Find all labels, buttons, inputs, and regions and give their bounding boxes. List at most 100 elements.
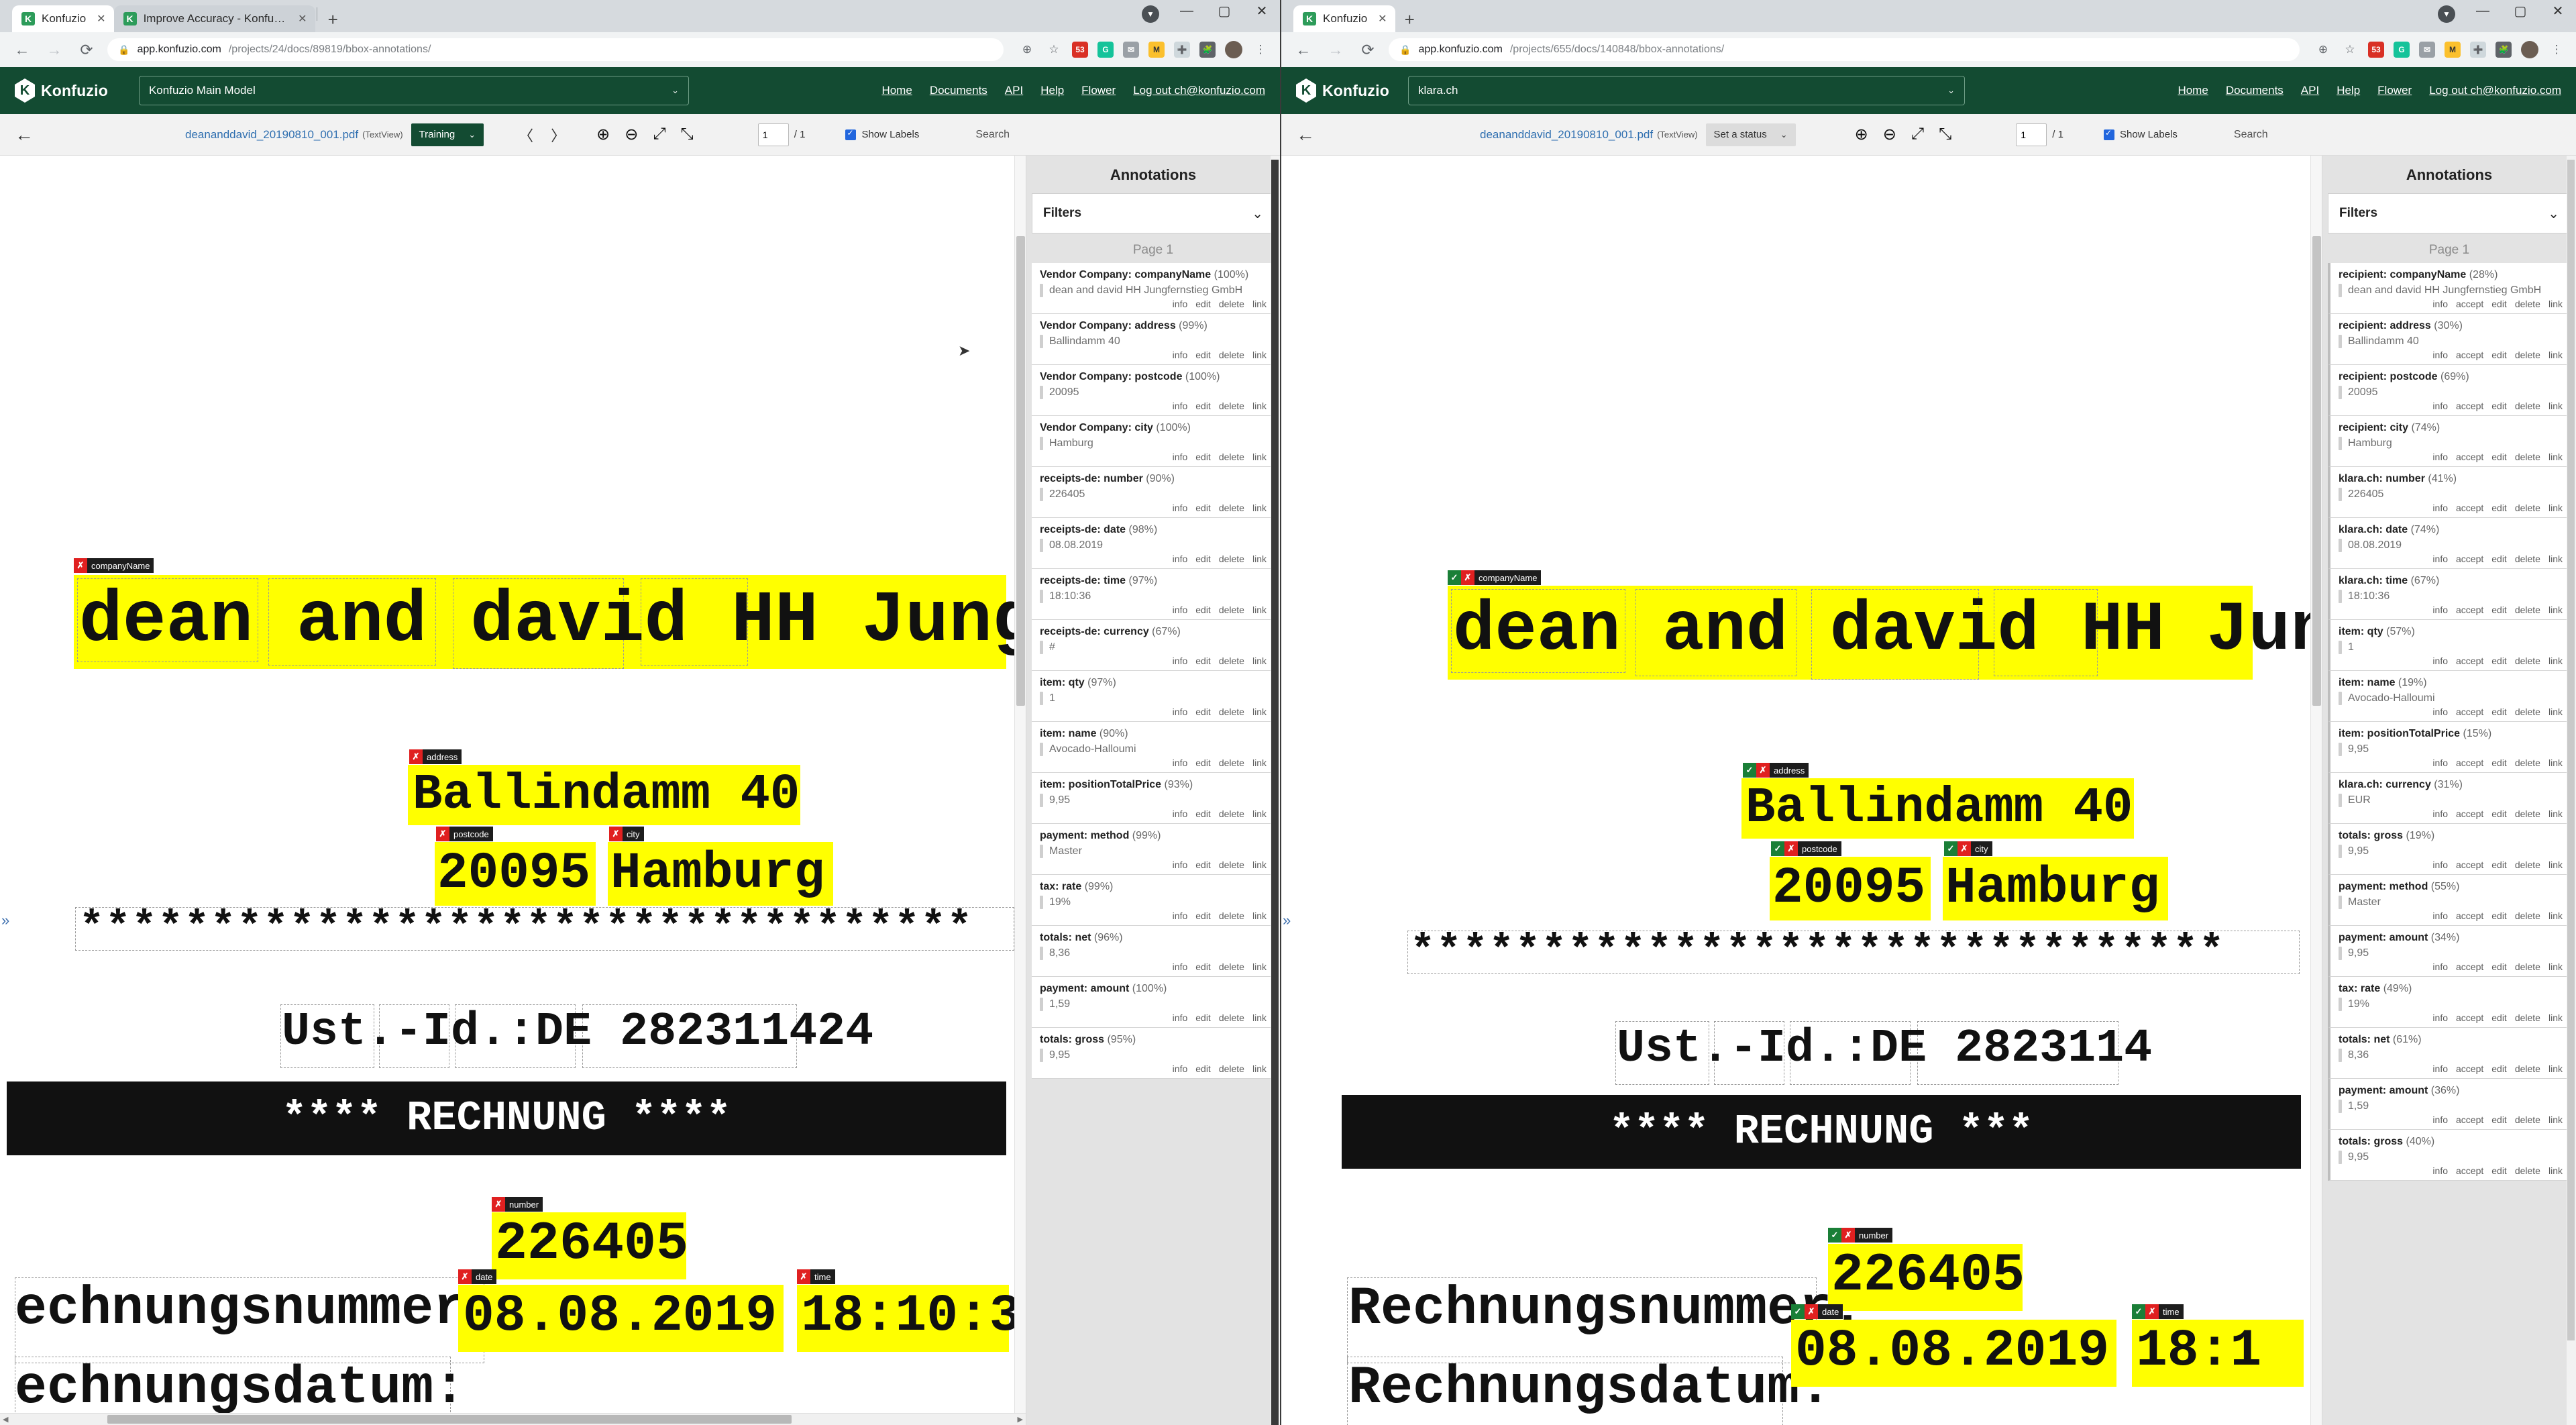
scrollbar-thumb[interactable] (1271, 160, 1279, 1425)
nav-flower[interactable]: Flower (1081, 84, 1116, 97)
annotation-action-delete[interactable]: delete (1219, 655, 1244, 666)
browser-tab-konfuzio[interactable]: K Konfuzio ✕ (12, 5, 114, 32)
nav-documents[interactable]: Documents (2226, 84, 2284, 97)
annotation-action-delete[interactable]: delete (1219, 706, 1244, 717)
annotation-action-accept[interactable]: accept (2456, 452, 2483, 462)
annotation-action-edit[interactable]: edit (2491, 655, 2507, 666)
checkbox-icon[interactable] (2103, 128, 2114, 140)
annotation-action-info[interactable]: info (1173, 961, 1188, 972)
annotation-action-link[interactable]: link (1252, 655, 1267, 666)
annotation-action-accept[interactable]: accept (2456, 757, 2483, 768)
annotation-row[interactable]: item: qty (97%) 1 info edit delete link (1032, 671, 1275, 722)
annotation-action-edit[interactable]: edit (2491, 859, 2507, 870)
annotation-action-info[interactable]: info (1173, 1063, 1188, 1074)
annotation-action-link[interactable]: link (2548, 553, 2563, 564)
annotation-row[interactable]: payment: amount (36%) 1,59 info accept edit d… (2328, 1079, 2571, 1130)
browser-menu-icon[interactable]: ⋮ (2548, 41, 2565, 58)
annotation-action-info[interactable]: info (2432, 757, 2448, 768)
label-tag-city[interactable]: ✓ ✗ city (1944, 841, 1992, 856)
nav-api[interactable]: API (2301, 84, 2319, 97)
annotation-action-accept[interactable]: accept (2456, 1012, 2483, 1023)
scrollbar-thumb[interactable] (107, 1415, 792, 1424)
annotation-action-edit[interactable]: edit (1195, 401, 1211, 411)
annotation-action-accept[interactable]: accept (2456, 604, 2483, 615)
annotation-row[interactable]: totals: gross (19%) 9,95 info accept edit del… (2328, 824, 2571, 875)
annotation-action-edit[interactable]: edit (1195, 757, 1211, 768)
annotation-action-accept[interactable]: accept (2456, 655, 2483, 666)
annotation-action-edit[interactable]: edit (2491, 910, 2507, 921)
back-icon[interactable]: ← (11, 41, 34, 59)
previous-document-icon[interactable]: 〈 (519, 124, 533, 146)
annotation-action-link[interactable]: link (1252, 910, 1267, 921)
annotation-action-edit[interactable]: edit (1195, 706, 1211, 717)
back-icon[interactable]: ← (1292, 41, 1315, 59)
maximize-icon[interactable]: ▢ (1216, 3, 1233, 19)
annotation-list-right[interactable]: recipient: companyName (28%) dean and dav… (2322, 263, 2576, 1425)
filters-dropdown[interactable]: Filters ⌄ (2328, 193, 2571, 233)
zoom-icon[interactable]: ⊕ (2314, 41, 2332, 58)
annotation-row[interactable]: payment: method (99%) Master info edit delet… (1032, 824, 1275, 875)
document-canvas-right[interactable]: » ✓ ✗ companyName dean and david HH Jung… (1281, 156, 2322, 1425)
annotation-action-link[interactable]: link (2548, 299, 2563, 309)
reload-icon[interactable]: ⟳ (75, 41, 98, 59)
annotation-action-edit[interactable]: edit (2491, 1165, 2507, 1176)
label-tag-number[interactable]: ✓ ✗ number (1828, 1228, 1893, 1243)
document-name-link[interactable]: deananddavid_20190810_001.pdf (185, 128, 358, 142)
add-extension-icon[interactable]: ➕ (1174, 42, 1190, 58)
annotation-row[interactable]: receipts-de: currency (67%) # info edit dele… (1032, 620, 1275, 671)
annotation-action-info[interactable]: info (1173, 299, 1188, 309)
show-labels-toggle[interactable]: Show Labels (845, 128, 919, 140)
browser-tab-konfuzio[interactable]: K Konfuzio ✕ (1293, 5, 1395, 32)
annotation-action-link[interactable]: link (2548, 1012, 2563, 1023)
annotation-action-info[interactable]: info (1173, 706, 1188, 717)
annotation-action-link[interactable]: link (2548, 706, 2563, 717)
reject-icon[interactable]: ✗ (1756, 763, 1770, 778)
annotation-action-delete[interactable]: delete (2515, 655, 2540, 666)
annotation-action-edit[interactable]: edit (2491, 1012, 2507, 1023)
annotation-action-info[interactable]: info (1173, 503, 1188, 513)
annotation-action-info[interactable]: info (2432, 350, 2448, 360)
nav-api[interactable]: API (1005, 84, 1023, 97)
annotation-row[interactable]: klara.ch: date (74%) 08.08.2019 info accept… (2328, 518, 2571, 569)
document-canvas-left[interactable]: » ➤ ✗ companyName dean and david HH Jung… (0, 156, 1026, 1425)
puzzle-extension-icon[interactable]: 🧩 (1199, 42, 1216, 58)
document-horizontal-scrollbar[interactable]: ◀ ▶ (0, 1413, 1026, 1425)
annotation-row[interactable]: klara.ch: number (41%) 226405 info accept ed… (2328, 467, 2571, 518)
annotation-action-info[interactable]: info (2432, 1165, 2448, 1176)
puzzle-extension-icon[interactable]: 🧩 (2496, 42, 2512, 58)
new-tab-button[interactable]: + (319, 11, 347, 32)
annotation-action-link[interactable]: link (1252, 808, 1267, 819)
annotation-action-link[interactable]: link (1252, 961, 1267, 972)
annotation-row[interactable]: Vendor Company: city (100%) Hamburg info ed… (1032, 416, 1275, 467)
accept-icon[interactable]: ✓ (1743, 763, 1756, 778)
label-tag-city[interactable]: ✗ city (609, 827, 644, 841)
annotation-action-link[interactable]: link (1252, 503, 1267, 513)
annotation-action-edit[interactable]: edit (1195, 910, 1211, 921)
annotation-action-accept[interactable]: accept (2456, 553, 2483, 564)
annotations-scrollbar[interactable] (1271, 156, 1280, 1425)
annotation-row[interactable]: payment: amount (100%) 1,59 info edit delete… (1032, 977, 1275, 1028)
document-vertical-scrollbar[interactable] (2310, 156, 2322, 1425)
zoom-out-icon[interactable]: ⊖ (1883, 125, 1896, 144)
annotation-action-accept[interactable]: accept (2456, 401, 2483, 411)
label-tag-companyname[interactable]: ✗ companyName (74, 558, 154, 573)
annotation-action-delete[interactable]: delete (1219, 1012, 1244, 1023)
zoom-icon[interactable]: ⊕ (1018, 41, 1036, 58)
annotation-action-edit[interactable]: edit (2491, 1114, 2507, 1125)
annotation-action-link[interactable]: link (1252, 452, 1267, 462)
annotation-row[interactable]: item: name (90%) Avocado-Halloumi info edit… (1032, 722, 1275, 773)
status-select[interactable]: Set a status ⌄ (1705, 123, 1796, 146)
annotation-action-edit[interactable]: edit (1195, 1063, 1211, 1074)
annotation-action-link[interactable]: link (1252, 553, 1267, 564)
annotation-action-edit[interactable]: edit (2491, 706, 2507, 717)
document-name-link[interactable]: deananddavid_20190810_001.pdf (1480, 128, 1653, 142)
annotation-action-edit[interactable]: edit (2491, 961, 2507, 972)
annotation-action-edit[interactable]: edit (2491, 1063, 2507, 1074)
nav-flower[interactable]: Flower (2377, 84, 2412, 97)
next-document-icon[interactable]: 〉 (551, 124, 566, 146)
annotation-row[interactable]: receipts-de: time (97%) 18:10:36 info edit d… (1032, 569, 1275, 620)
minimize-icon[interactable]: — (1178, 3, 1195, 19)
annotation-action-info[interactable]: info (1173, 401, 1188, 411)
annotation-action-info[interactable]: info (2432, 452, 2448, 462)
reject-icon[interactable]: ✗ (797, 1269, 810, 1284)
